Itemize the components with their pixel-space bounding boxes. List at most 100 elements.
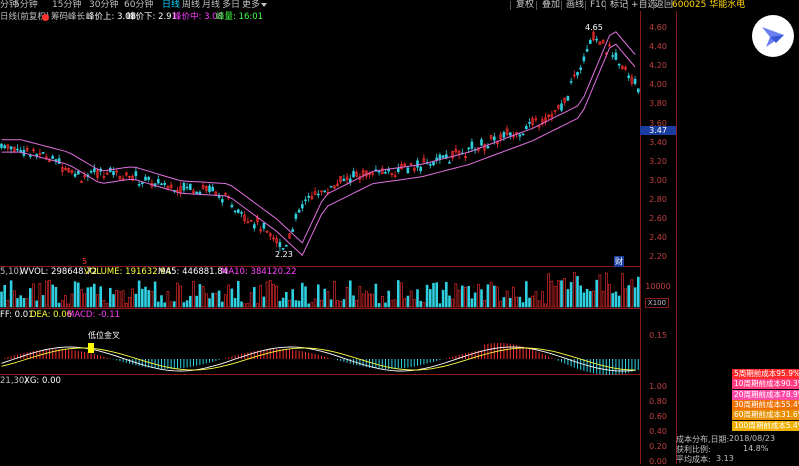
volume-bar — [253, 287, 256, 308]
volume-bar — [412, 299, 416, 308]
toolbar-divider — [653, 1, 654, 10]
volume-bar — [342, 299, 346, 308]
macd-diff: FF: 0.01 — [0, 310, 34, 320]
volume-bar — [48, 279, 51, 308]
xg-axis-tick: 0.00 — [649, 457, 667, 466]
volume-bar — [457, 289, 461, 308]
candle-body — [448, 162, 451, 164]
candle-body — [579, 67, 583, 70]
volume-bar — [265, 281, 269, 308]
profit-ratio-value: 14.8% — [743, 444, 769, 453]
volume-bar — [508, 297, 512, 308]
candle-body — [137, 183, 141, 186]
volume-bar — [99, 286, 102, 308]
candle-body — [89, 171, 93, 173]
candle-body — [230, 204, 234, 208]
tab-15min[interactable]: 15分钟 — [52, 0, 81, 11]
volume-bar — [176, 282, 179, 308]
volume-bar — [51, 284, 55, 308]
volume-bar — [326, 291, 330, 308]
candle-body — [211, 186, 214, 192]
volume-bar — [13, 290, 16, 308]
macd-axis-tick: 0.15 — [649, 331, 667, 340]
volume-bar — [368, 293, 371, 308]
volume-bar — [496, 286, 499, 308]
volume-bar — [35, 300, 39, 308]
xg-axis-tick: 0.20 — [649, 442, 667, 451]
candle-body — [329, 185, 333, 188]
volume-bar — [137, 280, 141, 308]
volume-bar — [492, 285, 496, 308]
volume-bar — [307, 303, 311, 308]
tab-5min[interactable]: 5分钟 — [14, 0, 38, 11]
tab-more[interactable]: 更多 — [242, 0, 260, 11]
average-cost-value: 3.13 — [716, 454, 734, 463]
tab-60min[interactable]: 60分钟 — [124, 0, 153, 11]
candle-body — [73, 173, 77, 177]
tab-monthly[interactable]: 月线 — [202, 0, 220, 11]
tab-multiday[interactable]: 多日 — [222, 0, 240, 11]
candle-body — [560, 103, 563, 111]
volume-bar — [540, 291, 544, 308]
back-button[interactable]: 返回 — [655, 0, 673, 11]
volume-bar — [198, 284, 202, 308]
stock-title: 600025 华能水电 — [672, 0, 746, 10]
volume-bar — [528, 297, 531, 308]
volume-bar — [189, 295, 192, 308]
volume-bar — [339, 300, 343, 308]
financial-marker[interactable]: 财 — [614, 256, 624, 267]
volume-bar — [214, 292, 218, 308]
candle-body — [396, 167, 400, 173]
chip-distribution-panel: 5周期前成本95.9% 10周期前成本90.3% 20周期前成本78.9% 30周期前… — [676, 11, 799, 464]
volume-bar — [518, 296, 522, 308]
ma5-value: MA5: 446881.84 — [158, 267, 229, 277]
volume-bar — [569, 281, 573, 308]
app-logo-icon[interactable] — [752, 15, 794, 57]
volume-bar — [208, 298, 211, 308]
candle-body — [35, 154, 39, 157]
volume-bar — [310, 302, 314, 308]
volume-bar — [118, 291, 122, 308]
candle-body — [636, 88, 640, 93]
volume-bar — [582, 292, 586, 308]
volume-bar — [185, 300, 189, 308]
candle-body — [208, 185, 211, 193]
tab-weekly[interactable]: 周线 — [182, 0, 200, 11]
tab-daily[interactable]: 日线 — [162, 0, 180, 11]
kline-chart[interactable] — [0, 11, 676, 464]
candle-body — [189, 184, 192, 190]
volume-bar — [384, 302, 387, 308]
volume-bar — [105, 303, 109, 308]
volume-bar — [345, 287, 349, 308]
candle-body — [240, 211, 243, 214]
volume-bar — [585, 288, 589, 308]
golden-cross-label: 低位金叉 — [88, 331, 120, 340]
volume-bar — [620, 273, 624, 308]
overlay-button[interactable]: 叠加 — [542, 0, 560, 11]
restore-rights-button[interactable]: 复权 — [516, 0, 534, 11]
candle-body — [438, 154, 442, 160]
volume-bar — [364, 290, 368, 308]
volume-unit: X100 — [645, 298, 669, 308]
volume-bar — [572, 272, 576, 308]
volume-bar — [297, 300, 301, 308]
mark-button[interactable]: 标记 — [610, 0, 628, 11]
candle-body — [508, 132, 512, 136]
candle-body — [611, 55, 615, 57]
volume-bar — [416, 289, 419, 308]
candle-body — [278, 242, 282, 248]
draw-line-button[interactable]: 画线 — [566, 0, 584, 11]
volume-bar — [93, 283, 96, 308]
more-dropdown-icon[interactable] — [261, 3, 267, 7]
volume-bar — [150, 291, 154, 308]
cost-legend-item: 30周期前成本55.4% — [732, 399, 799, 410]
ma-lower-line — [1, 43, 636, 257]
volume-bar — [608, 284, 611, 308]
volume-bar — [153, 281, 157, 308]
candle-body — [157, 179, 160, 184]
candle-body — [160, 183, 163, 186]
volume-bar — [96, 294, 99, 308]
candle-body — [147, 177, 150, 180]
candle-body — [524, 126, 528, 130]
tab-30min[interactable]: 30分钟 — [89, 0, 118, 11]
